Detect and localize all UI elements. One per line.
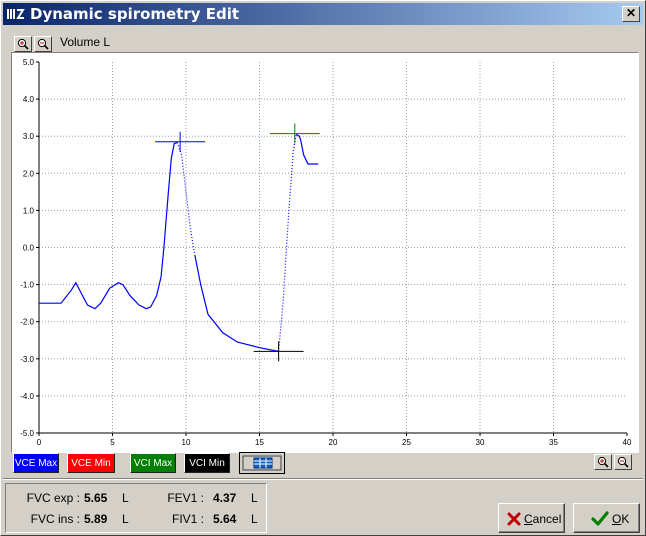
volume-curve-segment [176, 142, 196, 256]
cancel-button[interactable]: Cancel [498, 503, 565, 533]
fvc-exp-value: 5.65 [84, 491, 108, 505]
y-tick-label: 2.0 [23, 169, 35, 178]
chart-canvas[interactable]: 0 5 10 15 20 25 30 35 40 5.0 4.0 3.0 2.0 1.0 0.0 -1.0 -2… [12, 53, 638, 452]
y-tick-label: 4.0 [23, 95, 35, 104]
y-tick-label: -3.0 [20, 355, 34, 364]
table-view-button[interactable] [239, 452, 285, 474]
title-bar[interactable]: Dynamic spirometry Edit ✕ [3, 3, 643, 25]
fiv1-value: 5.64 [213, 512, 237, 526]
close-icon: ✕ [625, 6, 637, 20]
x-tick-label: 40 [623, 438, 632, 447]
zoom-in-icon [17, 38, 29, 50]
y-tick-label: -2.0 [20, 318, 34, 327]
zoom-out-button[interactable] [34, 36, 52, 52]
dialog-window: Dynamic spirometry Edit ✕ Volume L 0 5 10 1… [0, 0, 646, 536]
green-check-icon [591, 511, 609, 526]
fvc-ins-unit: L [122, 512, 129, 526]
vce-max-button[interactable]: VCE Max [13, 453, 59, 473]
fev1-label: FEV1 : [167, 491, 204, 505]
fvc-ins-value: 5.89 [84, 512, 108, 526]
x-tick-label: 20 [329, 438, 338, 447]
y-tick-label: 0.0 [23, 244, 35, 253]
zoom-in-x-button[interactable] [594, 454, 612, 470]
y-tick-label: -1.0 [20, 281, 34, 290]
ok-button[interactable]: OK [573, 503, 640, 533]
zoom-out-icon [37, 38, 49, 50]
zoom-in-icon [597, 456, 609, 468]
x-tick-label: 30 [476, 438, 485, 447]
volume-curve-segment [39, 141, 178, 310]
zoom-out-icon [617, 456, 629, 468]
fev1-value: 4.37 [213, 491, 237, 505]
window-title: Dynamic spirometry Edit [30, 5, 240, 23]
zoom-in-button[interactable] [14, 36, 32, 52]
y-tick-label: 5.0 [23, 58, 35, 67]
volume-curve-segment [278, 134, 297, 352]
cancel-mnemonic: C [524, 512, 533, 526]
spirometry-chart[interactable]: 0 5 10 15 20 25 30 35 40 5.0 4.0 3.0 2.0 1.0 0.0 -1.0 -2… [11, 52, 639, 453]
y-tick-label: -4.0 [20, 392, 34, 401]
cancel-label: ancel [532, 512, 562, 526]
separator [3, 478, 643, 480]
ok-mnemonic: O [612, 512, 622, 526]
fvc-ins-label: FVC ins : [30, 512, 80, 526]
y-axis-label: Volume L [60, 35, 111, 49]
y-tick-label: 1.0 [23, 206, 35, 215]
results-panel: FVC exp : 5.65 L FEV1 : 4.37 L FVC ins :… [5, 483, 267, 533]
volume-curve-segment [194, 254, 279, 352]
vce-min-button[interactable]: VCE Min [67, 453, 115, 473]
x-tick-label: 15 [255, 438, 264, 447]
vci-min-button[interactable]: VCI Min [184, 453, 230, 473]
fvc-exp-label: FVC exp : [26, 491, 80, 505]
x-tick-label: 5 [110, 438, 115, 447]
red-x-icon [507, 512, 521, 526]
y-tick-label: -5.0 [20, 429, 34, 438]
table-icon [242, 455, 282, 471]
y-tick-label: 3.0 [23, 132, 35, 141]
fiv1-label: FIV1 : [171, 512, 204, 526]
fvc-exp-unit: L [122, 491, 129, 505]
x-tick-label: 25 [402, 438, 411, 447]
vci-max-button[interactable]: VCI Max [130, 453, 176, 473]
x-tick-label: 10 [182, 438, 191, 447]
x-tick-label: 35 [549, 438, 558, 447]
fiv1-unit: L [251, 512, 258, 526]
app-logo-icon [7, 9, 25, 19]
fev1-unit: L [251, 491, 258, 505]
x-tick-label: 0 [37, 438, 42, 447]
close-button[interactable]: ✕ [622, 6, 640, 22]
zoom-out-x-button[interactable] [614, 454, 632, 470]
ok-label: K [621, 512, 630, 526]
volume-curve-segment [295, 133, 319, 165]
